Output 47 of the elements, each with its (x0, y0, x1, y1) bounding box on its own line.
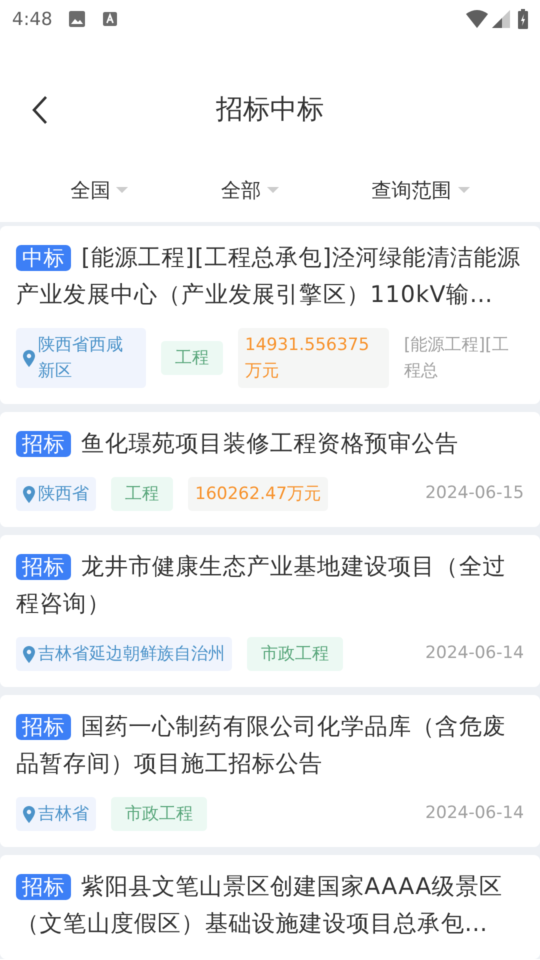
date-text: 2024-06-15 (425, 482, 524, 506)
listing-title: 招标 国药一心制药有限公司化学品库（含危废品暂存间）项目施工招标公告 (16, 713, 508, 779)
listing-card[interactable]: 招标 国药一心制药有限公司化学品库（含危废品暂存间）项目施工招标公告 吉林省 市政工程 2024-06-14 (0, 695, 540, 847)
category-tag: 市政工程 (111, 797, 207, 831)
location-tag: 吉林省延边朝鲜族自治州 (16, 637, 232, 671)
status-time: 4:48 (12, 8, 52, 32)
status-badge: 中标 (16, 245, 72, 271)
note-text: [能源工程][工程总 (404, 334, 510, 383)
status-badge: 招标 (16, 554, 72, 580)
font-icon (102, 11, 118, 27)
listing-title: 招标 紫阳县文笔山景区创建国家AAAA级景区（文笔山度假区）基础设施建设项目总承包… (16, 873, 504, 939)
listing-card[interactable]: 招标 鱼化璟苑项目装修工程资格预审公告 陕西省 工程 160262.47万元 2024-06-15 (0, 412, 540, 527)
amount-tag: 14931.556375万元 (238, 328, 389, 388)
date-text: 2024-06-14 (425, 802, 524, 826)
page-title: 招标中标 (216, 94, 324, 125)
caret-icon (116, 186, 128, 194)
battery-charging-icon (518, 9, 528, 29)
amount-tag: 160262.47万元 (188, 477, 328, 511)
category-tag: 工程 (160, 341, 223, 375)
listing-title: 中标 [能源工程][工程总承包]泾河绿能清洁能源产业发展中心（产业发展引擎区）110kV输… (16, 244, 522, 310)
category-tag: 工程 (111, 477, 173, 511)
back-icon (30, 94, 50, 126)
location-tag: 陕西省 (16, 477, 96, 511)
filter-dropdown[interactable]: 全国 (64, 174, 134, 206)
caret-icon (458, 186, 470, 194)
listing-title: 招标 鱼化璟苑项目装修工程资格预审公告 (16, 426, 524, 463)
filter-dropdown[interactable]: 全部 (214, 174, 285, 206)
location-pin-icon (23, 806, 35, 822)
listing-card[interactable]: 招标 龙井市健康生态产业基地建设项目（全过程咨询） 吉林省延边朝鲜族自治州 市政工程 2024-06-14 (0, 535, 540, 687)
status-badge: 招标 (16, 431, 72, 457)
location-pin-icon (23, 350, 35, 366)
date-text: 2024-06-14 (425, 642, 524, 666)
status-badge: 招标 (16, 714, 72, 740)
filter-dropdown[interactable]: 查询范围 (366, 174, 476, 206)
wifi-icon (466, 10, 488, 28)
location-tag: 陕西省西咸新区 (16, 328, 146, 388)
status-badge: 招标 (16, 874, 72, 900)
listing-card[interactable]: 招标 紫阳县文笔山景区创建国家AAAA级景区（文笔山度假区）基础设施建设项目总承包… (0, 855, 540, 959)
image-icon (68, 10, 86, 28)
listing-card[interactable]: 中标 [能源工程][工程总承包]泾河绿能清洁能源产业发展中心（产业发展引擎区）110kV输… 陕西省西咸新区 工程 14931.556375万元 [能源工程][工程总 (0, 226, 540, 404)
caret-icon (266, 186, 279, 194)
location-pin-icon (23, 646, 35, 662)
category-tag: 市政工程 (247, 637, 343, 671)
location-tag: 吉林省 (16, 797, 96, 831)
signal-icon (492, 10, 510, 28)
listing-title: 招标 龙井市健康生态产业基地建设项目（全过程咨询） (16, 553, 508, 619)
location-pin-icon (23, 486, 35, 502)
